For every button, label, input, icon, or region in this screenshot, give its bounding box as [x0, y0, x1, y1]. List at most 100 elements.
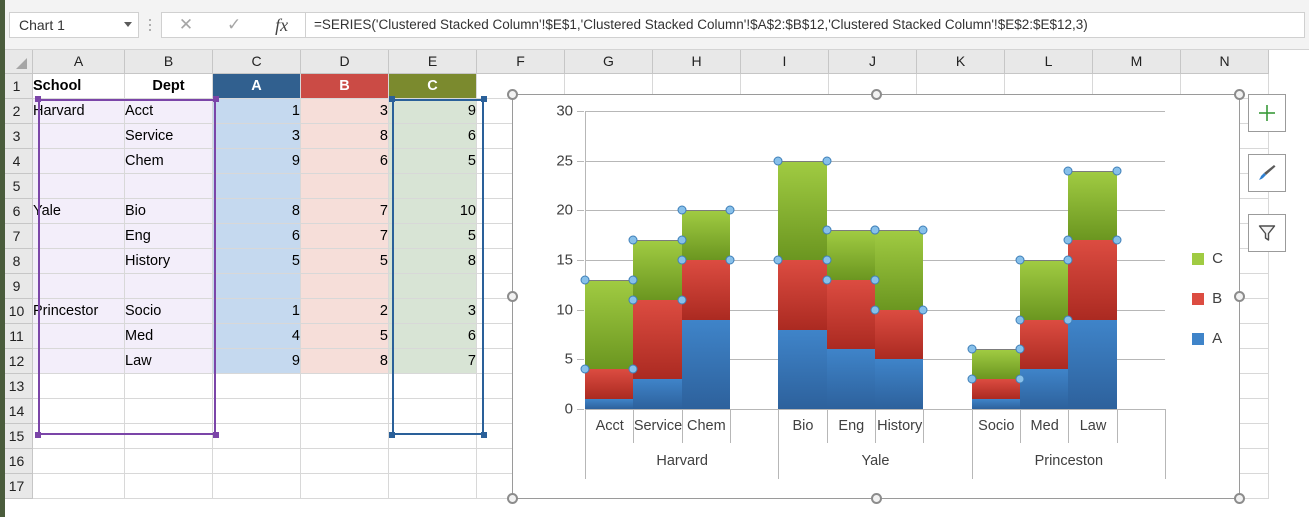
series-point-handle[interactable] [773, 255, 783, 265]
series-point-handle[interactable] [1015, 255, 1025, 265]
stacked-bar[interactable] [778, 111, 827, 409]
cell-B14[interactable] [124, 398, 213, 424]
cell-C2[interactable]: 1 [212, 98, 301, 124]
cell-B4[interactable]: Chem [124, 148, 213, 174]
bar-segment-B[interactable] [1020, 319, 1069, 370]
chart-resize-handle[interactable] [1234, 89, 1245, 100]
series-point-handle[interactable] [918, 225, 928, 235]
selection-handle[interactable] [481, 96, 487, 102]
series-point-handle[interactable] [677, 295, 687, 305]
series-point-handle[interactable] [870, 305, 880, 315]
series-point-handle[interactable] [918, 305, 928, 315]
cell-D8[interactable]: 5 [300, 248, 389, 274]
series-point-handle[interactable] [870, 225, 880, 235]
cell-B7[interactable]: Eng [124, 223, 213, 249]
cell-A16[interactable] [32, 448, 125, 474]
cell-E8[interactable]: 8 [388, 248, 477, 274]
stacked-bar[interactable] [971, 111, 1020, 409]
cell-B11[interactable]: Med [124, 323, 213, 349]
stacked-bar[interactable] [585, 111, 634, 409]
row-header-13[interactable]: 13 [0, 372, 33, 399]
cell-E9[interactable] [388, 273, 477, 299]
cell-D4[interactable]: 6 [300, 148, 389, 174]
cell-A2[interactable]: Harvard [32, 98, 125, 124]
chart-plot-area[interactable]: 0 5 10 15 20 25 30 [556, 103, 1165, 418]
cell-A4[interactable] [32, 148, 125, 174]
cell-C10[interactable]: 1 [212, 298, 301, 324]
stacked-bar[interactable] [633, 111, 682, 409]
selection-handle[interactable] [389, 96, 395, 102]
chart-object[interactable]: 0 5 10 15 20 25 30 Acct Service Chem Bio Eng Histor… [507, 89, 1245, 504]
cell-A9[interactable] [32, 273, 125, 299]
series-point-handle[interactable] [1015, 374, 1025, 384]
bar-segment-B[interactable] [971, 379, 1020, 400]
cell-C7[interactable]: 6 [212, 223, 301, 249]
column-header-N[interactable]: N [1180, 50, 1269, 74]
cell-B8[interactable]: History [124, 248, 213, 274]
cell-E16[interactable] [388, 448, 477, 474]
row-header-6[interactable]: 6 [0, 197, 33, 224]
cell-A1[interactable]: School [32, 73, 125, 99]
cell-D9[interactable] [300, 273, 389, 299]
stacked-bar[interactable] [826, 111, 875, 409]
cell-C5[interactable] [212, 173, 301, 199]
bar-segment-B[interactable] [1068, 240, 1117, 320]
bar-segment-C[interactable] [875, 230, 924, 310]
row-header-11[interactable]: 11 [0, 322, 33, 349]
cell-A11[interactable] [32, 323, 125, 349]
cell-B17[interactable] [124, 473, 213, 499]
series-point-handle[interactable] [1063, 255, 1073, 265]
cell-A6[interactable]: Yale [32, 198, 125, 224]
row-header-1[interactable]: 1 [0, 72, 33, 99]
series-point-handle[interactable] [822, 156, 832, 166]
series-point-handle[interactable] [1063, 166, 1073, 176]
cell-B1[interactable]: Dept [124, 73, 213, 99]
cell-E5[interactable] [388, 173, 477, 199]
chart-resize-handle[interactable] [507, 89, 518, 100]
row-header-10[interactable]: 10 [0, 297, 33, 324]
selection-handle[interactable] [213, 432, 219, 438]
cell-D11[interactable]: 5 [300, 323, 389, 349]
bar-segment-A[interactable] [1068, 319, 1117, 409]
series-point-handle[interactable] [677, 235, 687, 245]
cell-C16[interactable] [212, 448, 301, 474]
series-point-handle[interactable] [725, 205, 735, 215]
cell-A7[interactable] [32, 223, 125, 249]
cell-E12[interactable]: 7 [388, 348, 477, 374]
row-header-5[interactable]: 5 [0, 172, 33, 199]
bar-segment-C[interactable] [826, 230, 875, 280]
cell-E11[interactable]: 6 [388, 323, 477, 349]
column-header-M[interactable]: M [1092, 50, 1181, 74]
cell-A13[interactable] [32, 373, 125, 399]
cell-B5[interactable] [124, 173, 213, 199]
series-point-handle[interactable] [677, 255, 687, 265]
cell-C3[interactable]: 3 [212, 123, 301, 149]
chart-resize-handle[interactable] [871, 89, 882, 100]
cell-B6[interactable]: Bio [124, 198, 213, 224]
check-icon[interactable]: ✓ [227, 16, 241, 33]
cell-B10[interactable]: Socio [124, 298, 213, 324]
row-header-16[interactable]: 16 [0, 447, 33, 474]
bar-segment-B[interactable] [875, 309, 924, 360]
row-header-17[interactable]: 17 [0, 472, 33, 499]
close-icon[interactable]: ✕ [179, 16, 193, 33]
selection-handle[interactable] [481, 432, 487, 438]
series-point-handle[interactable] [1015, 315, 1025, 325]
cell-E1[interactable]: C [388, 73, 477, 99]
cell-D16[interactable] [300, 448, 389, 474]
series-point-handle[interactable] [580, 364, 590, 374]
series-point-handle[interactable] [822, 255, 832, 265]
bar-segment-C[interactable] [778, 160, 827, 260]
cell-D17[interactable] [300, 473, 389, 499]
cell-C14[interactable] [212, 398, 301, 424]
column-header-C[interactable]: C [212, 50, 301, 74]
column-header-I[interactable]: I [740, 50, 829, 74]
bar-segment-A[interactable] [633, 379, 682, 409]
stacked-bar[interactable] [1020, 111, 1069, 409]
series-point-handle[interactable] [967, 344, 977, 354]
row-header-9[interactable]: 9 [0, 272, 33, 299]
cell-D5[interactable] [300, 173, 389, 199]
cell-D12[interactable]: 8 [300, 348, 389, 374]
chart-resize-handle[interactable] [871, 493, 882, 504]
chart-filters-button[interactable] [1248, 214, 1286, 252]
